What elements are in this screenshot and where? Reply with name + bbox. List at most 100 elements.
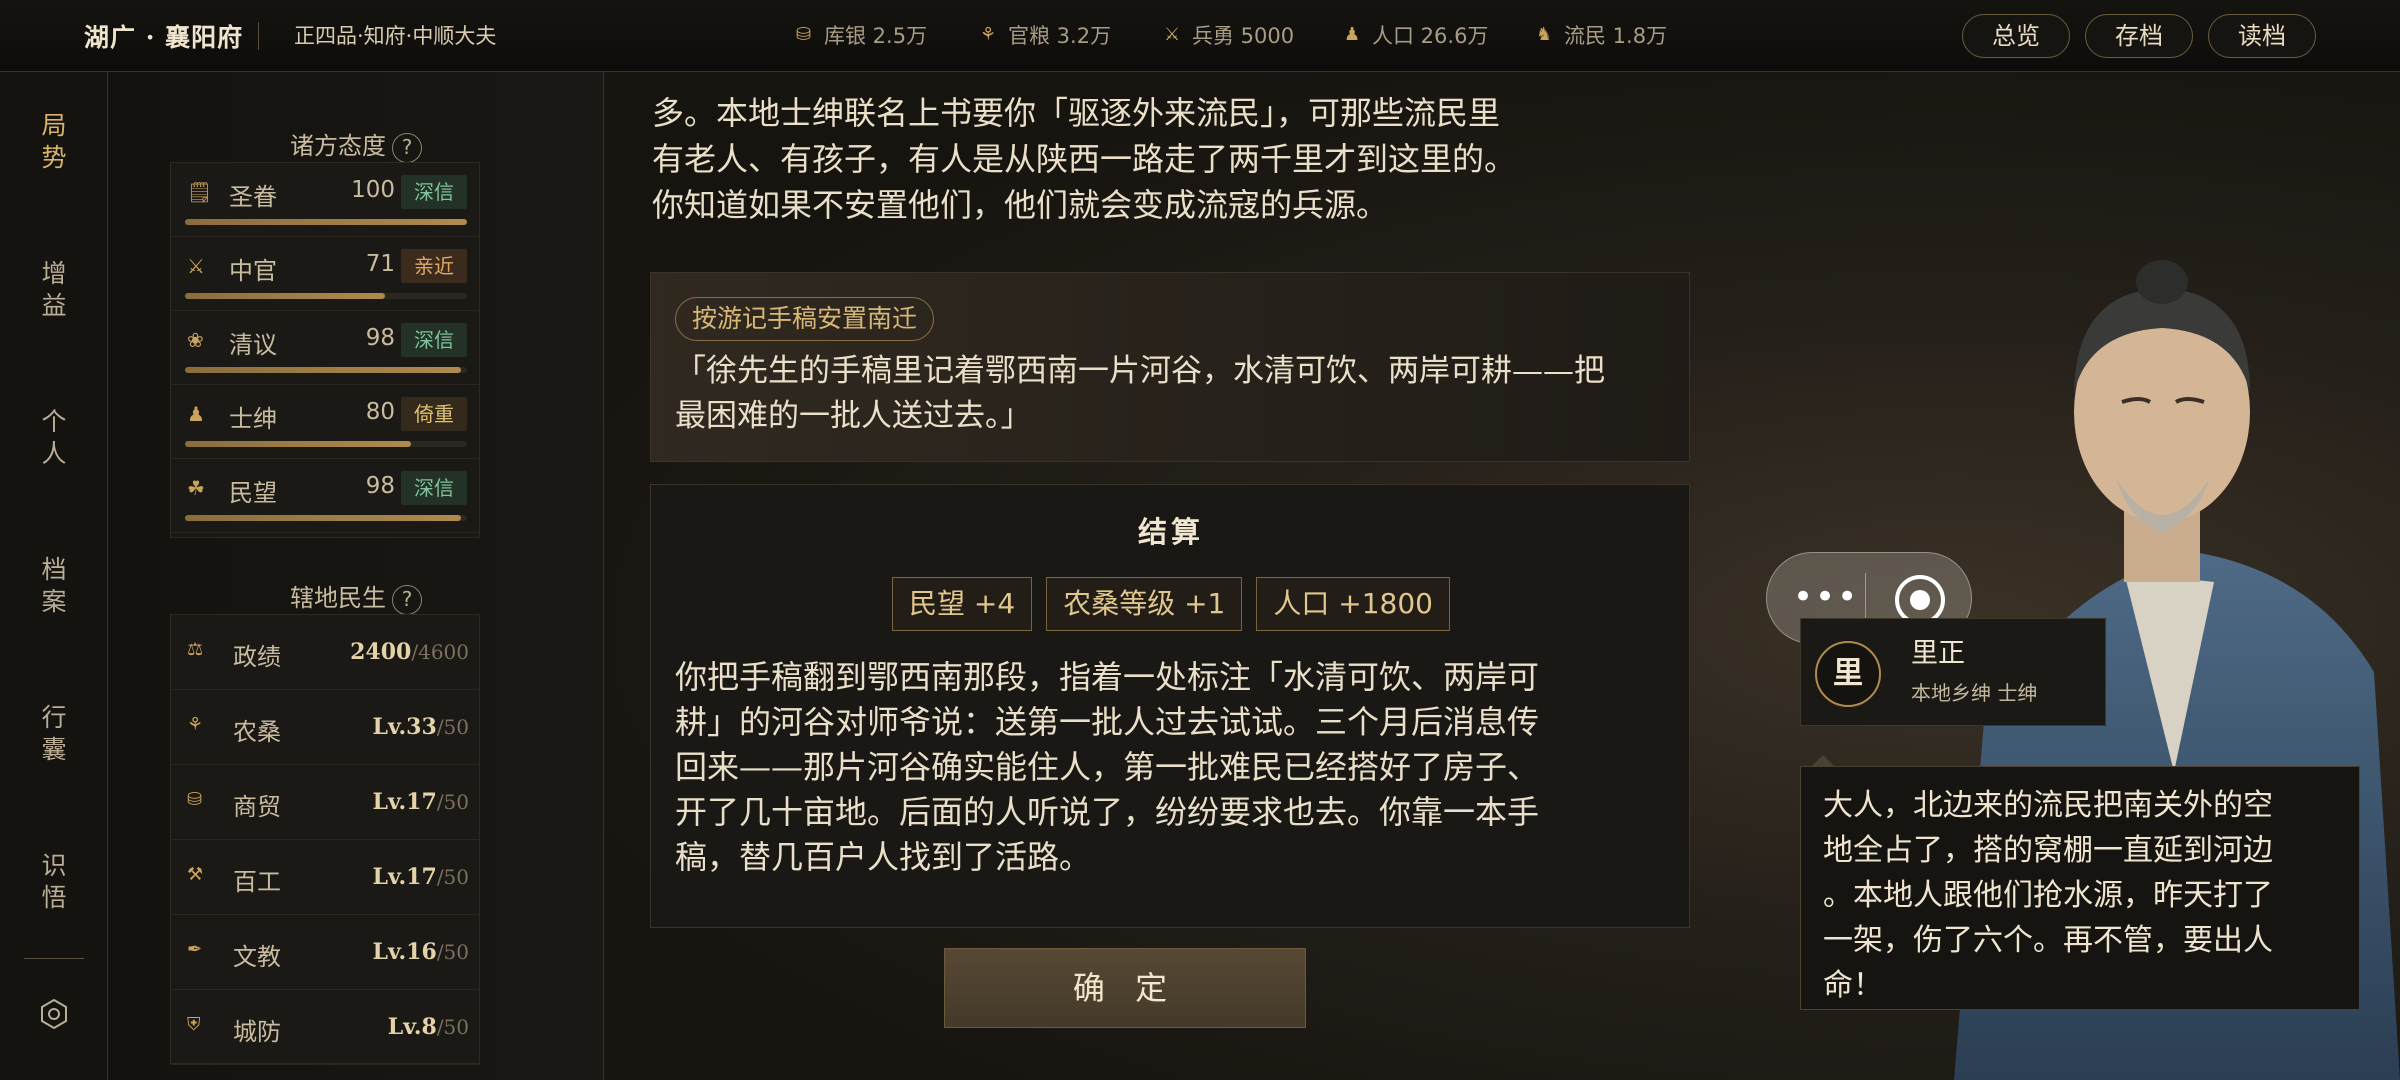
event-scene: 多。本地士绅联名上书要你「驱逐外来流民」，可那些流民里 有老人、有孩子，有人是从… — [604, 72, 2400, 1080]
attitude-tag: 倚重 — [401, 397, 467, 431]
resource-silver-label: 库银 2.5万 — [824, 24, 928, 48]
attitude-tag: 亲近 — [401, 249, 467, 283]
story-line: 你知道如果不安置他们，他们就会变成流寇的兵源。 — [652, 186, 1389, 224]
more-dots-icon[interactable]: ••• — [1793, 579, 1859, 615]
story-text: 多。本地士绅联名上书要你「驱逐外来流民」，可那些流民里 有老人、有孩子，有人是从… — [652, 90, 1702, 228]
location-title: 湖广 · 襄阳府 — [84, 23, 244, 52]
attitude-tag: 深信 — [401, 471, 467, 505]
livelihood-current: Lv.16 — [372, 939, 437, 965]
save-button[interactable]: 存档 — [2085, 14, 2193, 58]
imperial-icon: 🗒 — [187, 180, 213, 204]
attitude-name: 士绅 — [229, 405, 277, 433]
gear-icon[interactable] — [38, 998, 70, 1030]
choice-quote: 「徐先生的手稿里记着鄂西南一片河谷，水清可饮、两岸可耕——把 最困难的一批人送过… — [675, 349, 1675, 439]
speech-line: 一架，伤了六个。再不管，要出人 — [1823, 923, 2273, 958]
attitudes-heading: 诸方态度? — [108, 126, 604, 163]
livelihood-current: Lv.8 — [387, 1014, 437, 1040]
soldier-icon: ⚔ — [1164, 24, 1181, 45]
scholars-icon: ❀ — [187, 328, 204, 352]
choice-quote-line: 「徐先生的手稿里记着鄂西南一片河谷，水清可饮、两岸可耕——把 — [675, 353, 1605, 389]
nav-inventory[interactable]: 行囊 — [0, 702, 108, 766]
livelihood-max: /50 — [436, 865, 469, 889]
livelihood-name: 农桑 — [233, 718, 281, 746]
attitude-value: 80 — [365, 399, 395, 425]
nav-buffs[interactable]: 增益 — [0, 258, 108, 322]
attitude-tag: 深信 — [401, 175, 467, 209]
livelihood-row[interactable]: ⛨ 城防 Lv.8/50 — [171, 990, 481, 1065]
speech-line: 地全占了，搭的窝棚一直延到河边 — [1823, 833, 2273, 868]
defense-icon: ⛨ — [187, 1014, 201, 1035]
npc-title: 本地乡绅 士绅 — [1911, 681, 2038, 705]
story-line: 有老人、有孩子，有人是从陕西一路走了两千里才到这里的。 — [652, 140, 1517, 178]
livelihood-row[interactable]: ⚖ 政绩 2400/4600 — [171, 615, 481, 690]
effect-chip: 农桑等级 +1 — [1046, 577, 1243, 631]
choice-quote-line: 最困难的一批人送过去。」 — [675, 398, 1032, 434]
choice-tag: 按游记手稿安置南迁 — [675, 297, 935, 341]
livelihood-list: ⚖ 政绩 2400/4600 ⚘ 农桑 Lv.33/50 ⛁ 商贸 Lv.17/50 ⚒ 百工 Lv.… — [170, 614, 481, 1065]
settlement-panel: 结算 民望 +4 农桑等级 +1 人口 +1800 你把手稿翻到鄂西南那段，指着… — [650, 484, 1690, 928]
nav-personal[interactable]: 个人 — [0, 406, 108, 470]
attitude-value: 98 — [365, 473, 395, 499]
attitudes-help-icon[interactable]: ? — [392, 132, 422, 163]
attitude-name: 中官 — [229, 257, 277, 285]
livelihood-max: /4600 — [411, 640, 469, 664]
silver-icon: ⛁ — [796, 24, 812, 45]
attitude-row[interactable]: ♟ 士绅 80 倚重 — [171, 385, 481, 459]
livelihood-name: 政绩 — [233, 643, 281, 671]
attitude-row[interactable]: ☘ 民望 98 深信 — [171, 459, 481, 533]
settlement-line: 开了几十亩地。后面的人听说了，纷纷要求也去。你靠一本手 — [675, 793, 1540, 831]
education-icon: ✒ — [187, 939, 203, 960]
resource-refugees: ♞ 流民 1.8万 — [1536, 20, 1667, 50]
attitude-bar-fill — [185, 367, 462, 373]
trade-icon: ⛁ — [187, 789, 203, 810]
attitude-bar — [185, 441, 467, 447]
livelihood-help-icon[interactable]: ? — [392, 584, 422, 615]
settlement-line: 你把手稿翻到鄂西南那段，指着一处标注「水清可饮、两岸可 — [675, 658, 1540, 696]
attitude-row[interactable]: ❀ 清议 98 深信 — [171, 311, 481, 385]
livelihood-name: 百工 — [233, 868, 281, 896]
livelihood-row[interactable]: ⛁ 商贸 Lv.17/50 — [171, 765, 481, 840]
attitude-bar-fill — [185, 293, 386, 299]
livelihood-value: Lv.17/50 — [372, 864, 469, 890]
nav-situation[interactable]: 局势 — [0, 110, 108, 174]
merit-icon: ⚖ — [187, 639, 204, 660]
resource-refugees-label: 流民 1.8万 — [1564, 24, 1668, 48]
status-panel: 诸方态度? 🗒 圣眷 100 深信 ⚔ 中官 71 亲近 ❀ 清议 98 深信 ♟ 士绅 80 倚重 ☘ 民望 98… — [108, 72, 604, 1080]
livelihood-name: 商贸 — [233, 793, 281, 821]
livelihood-name: 城防 — [233, 1018, 281, 1046]
attitude-bar — [185, 515, 467, 521]
attitude-row[interactable]: ⚔ 中官 71 亲近 — [171, 237, 481, 311]
load-button[interactable]: 读档 — [2208, 14, 2316, 58]
attitude-bar — [185, 293, 467, 299]
nav-divider — [24, 958, 84, 959]
attitude-row[interactable]: 🗒 圣眷 100 深信 — [171, 163, 481, 237]
nav-insight[interactable]: 识悟 — [0, 850, 108, 914]
grain-icon: ⚘ — [980, 24, 997, 45]
resource-population: ♟ 人口 26.6万 — [1344, 20, 1488, 50]
people-icon: ☘ — [187, 476, 205, 500]
left-nav: 局势 增益 个人 档案 行囊 识悟 — [0, 72, 108, 1080]
overview-button[interactable]: 总览 — [1962, 14, 2070, 58]
resource-grain: ⚘ 官粮 3.2万 — [980, 20, 1111, 50]
resource-soldiers-label: 兵勇 5000 — [1192, 24, 1295, 48]
livelihood-row[interactable]: ✒ 文教 Lv.16/50 — [171, 915, 481, 990]
livelihood-row[interactable]: ⚘ 农桑 Lv.33/50 — [171, 690, 481, 765]
livelihood-value: 2400/4600 — [350, 639, 469, 665]
top-bar: 湖广 · 襄阳府 正四品·知府·中顺大夫 ⛁ 库银 2.5万 ⚘ 官粮 3.2万… — [0, 0, 2400, 72]
attitude-value: 100 — [351, 177, 395, 203]
livelihood-current: Lv.17 — [372, 789, 437, 815]
livelihood-max: /50 — [436, 940, 469, 964]
livelihood-value: Lv.8/50 — [388, 1014, 469, 1040]
attitude-tag: 深信 — [401, 323, 467, 357]
craft-icon: ⚒ — [187, 864, 204, 885]
livelihood-row[interactable]: ⚒ 百工 Lv.17/50 — [171, 840, 481, 915]
farm-icon: ⚘ — [187, 714, 204, 735]
livelihood-heading: 辖地民生? — [108, 578, 604, 615]
population-icon: ♟ — [1344, 24, 1361, 45]
speech-line: 大人，北边来的流民把南关外的空 — [1823, 788, 2273, 823]
nav-archive[interactable]: 档案 — [0, 554, 108, 618]
resource-grain-label: 官粮 3.2万 — [1008, 24, 1112, 48]
npc-card: 里 里正 本地乡绅 士绅 — [1800, 618, 2106, 726]
confirm-button[interactable]: 确 定 — [944, 948, 1306, 1028]
livelihood-current: Lv.17 — [372, 864, 437, 890]
